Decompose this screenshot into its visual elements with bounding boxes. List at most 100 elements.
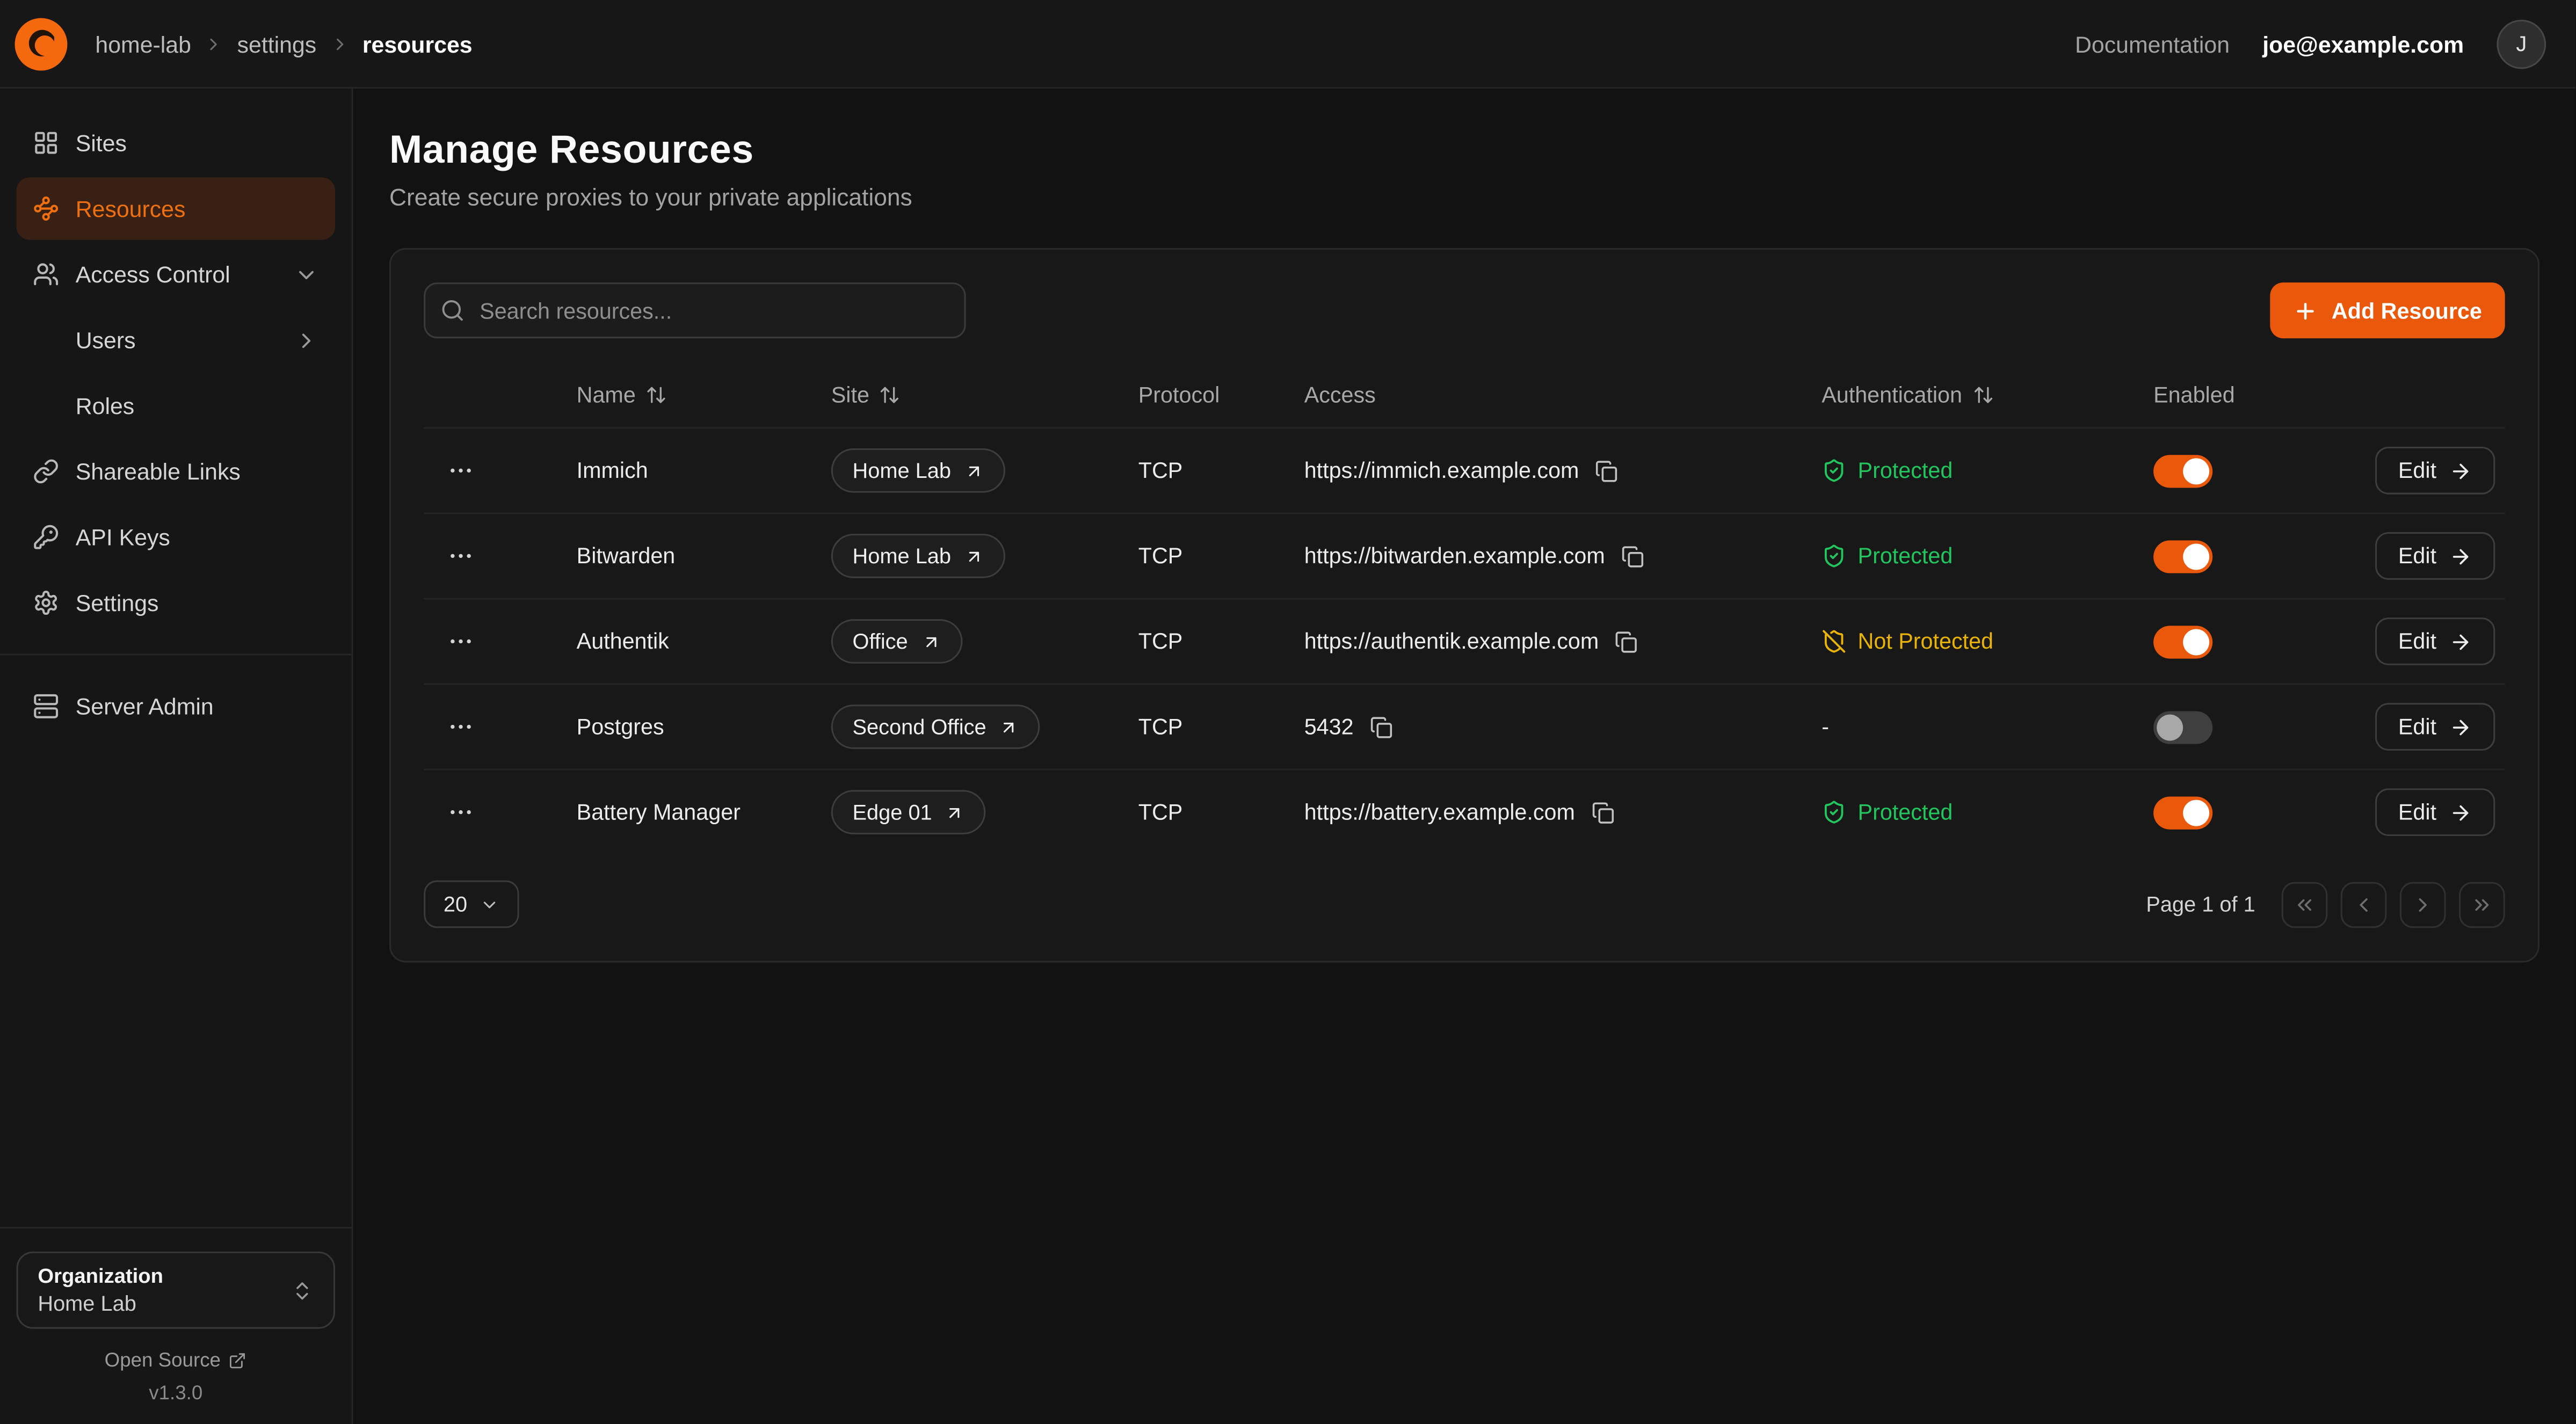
table-row: Bitwarden Home Lab TCP https://bitwarden…	[424, 512, 2505, 598]
organization-label: Organization	[38, 1265, 163, 1288]
sidebar-item-resources[interactable]: Resources	[17, 177, 335, 239]
topbar-right: Documentation joe@example.com J	[2075, 19, 2546, 68]
sort-icon	[645, 383, 667, 405]
next-page-button[interactable]	[2400, 881, 2446, 927]
app-window: home-lab settings resources Documentatio…	[0, 0, 2575, 1424]
organization-value: Home Lab	[38, 1291, 163, 1316]
chevron-right-icon	[294, 328, 319, 352]
grid-icon	[33, 130, 59, 156]
site-link[interactable]: Home Lab	[831, 448, 1005, 493]
row-menu-button[interactable]	[424, 542, 576, 570]
table-row: Battery Manager Edge 01 TCP https://batt…	[424, 769, 2505, 854]
search-input[interactable]	[424, 282, 966, 338]
enabled-toggle[interactable]	[2153, 540, 2212, 572]
site-link[interactable]: Edge 01	[831, 790, 986, 834]
chevrons-left-icon	[2293, 892, 2316, 916]
sidebar-item-label: Shareable Links	[76, 458, 241, 484]
ellipsis-icon	[447, 456, 475, 484]
resource-name: Immich	[577, 458, 831, 483]
copy-icon	[1370, 715, 1393, 738]
documentation-link[interactable]: Documentation	[2075, 31, 2230, 57]
breadcrumb-resources[interactable]: resources	[362, 31, 473, 57]
site-link[interactable]: Home Lab	[831, 534, 1005, 578]
sidebar-item-shareable-links[interactable]: Shareable Links	[17, 440, 335, 503]
edit-button[interactable]: Edit	[2375, 447, 2495, 495]
prev-page-button[interactable]	[2341, 881, 2387, 927]
sidebar-item-server-admin[interactable]: Server Admin	[17, 675, 335, 737]
copy-button[interactable]	[1370, 715, 1393, 738]
table-row: Postgres Second Office TCP 5432 - Edit	[424, 683, 2505, 768]
access-port: 5432	[1304, 715, 1354, 739]
app-logo[interactable]	[13, 16, 69, 71]
edit-button[interactable]: Edit	[2375, 532, 2495, 580]
resources-table: Name Site Protocol Access Authentication	[424, 361, 2505, 854]
arrow-up-right-icon	[921, 631, 941, 651]
arrow-right-icon	[2450, 544, 2473, 568]
sidebar-item-api-keys[interactable]: API Keys	[17, 506, 335, 568]
ellipsis-icon	[447, 713, 475, 741]
edit-button[interactable]: Edit	[2375, 703, 2495, 751]
edit-button[interactable]: Edit	[2375, 788, 2495, 836]
copy-button[interactable]	[1621, 544, 1644, 568]
sidebar-item-sites[interactable]: Sites	[17, 112, 335, 174]
last-page-button[interactable]	[2459, 881, 2505, 927]
site-link[interactable]: Second Office	[831, 704, 1041, 749]
ellipsis-icon	[447, 627, 475, 655]
copy-button[interactable]	[1591, 801, 1614, 824]
site-link[interactable]: Office	[831, 619, 962, 664]
enabled-toggle[interactable]	[2153, 796, 2212, 829]
breadcrumb-org[interactable]: home-lab	[95, 31, 191, 57]
toggle-thumb	[2183, 543, 2209, 569]
breadcrumb-settings[interactable]: settings	[237, 31, 317, 57]
column-header-name[interactable]: Name	[577, 382, 831, 406]
column-header-site[interactable]: Site	[831, 382, 1138, 406]
enabled-toggle[interactable]	[2153, 710, 2212, 743]
sidebar-nav: Sites Resources Access Control	[17, 112, 335, 737]
enabled-toggle[interactable]	[2153, 625, 2212, 658]
key-icon	[33, 524, 59, 550]
column-header-authentication[interactable]: Authentication	[1822, 382, 2153, 406]
edit-button[interactable]: Edit	[2375, 617, 2495, 665]
chevron-down-icon	[294, 262, 319, 287]
add-resource-button[interactable]: Add Resource	[2271, 282, 2505, 338]
row-menu-button[interactable]	[424, 798, 576, 826]
avatar[interactable]: J	[2497, 19, 2546, 68]
topbar: home-lab settings resources Documentatio…	[0, 0, 2575, 89]
row-menu-button[interactable]	[424, 456, 576, 484]
main-content: Manage Resources Create secure proxies t…	[353, 89, 2576, 1424]
shield-check-icon	[1822, 543, 1846, 568]
first-page-button[interactable]	[2282, 881, 2328, 927]
arrow-right-icon	[2450, 459, 2473, 482]
sidebar-item-label: API Keys	[76, 524, 170, 550]
copy-icon	[1591, 801, 1614, 824]
protocol-value: TCP	[1138, 715, 1304, 739]
shield-check-icon	[1822, 458, 1846, 483]
search-icon	[440, 298, 465, 323]
page-title: Manage Resources	[389, 128, 2539, 175]
auth-status: Protected	[1822, 800, 2153, 825]
sidebar-footer: Organization Home Lab Open Source v1.3.0	[17, 1210, 335, 1404]
sidebar-item-users[interactable]: Users	[17, 309, 335, 371]
column-header-protocol: Protocol	[1138, 382, 1304, 406]
row-menu-button[interactable]	[424, 627, 576, 655]
page-size-select[interactable]: 20	[424, 881, 520, 928]
chevron-right-icon	[330, 34, 350, 54]
avatar-initial: J	[2516, 31, 2527, 56]
access-url: https://immich.example.com	[1304, 458, 1579, 483]
sidebar-item-settings[interactable]: Settings	[17, 571, 335, 634]
open-source-link[interactable]: Open Source	[17, 1348, 335, 1371]
protocol-value: TCP	[1138, 543, 1304, 568]
sidebar-item-roles[interactable]: Roles	[17, 374, 335, 437]
access-url: https://bitwarden.example.com	[1304, 543, 1605, 568]
sidebar-item-access-control[interactable]: Access Control	[17, 243, 335, 306]
organization-selector[interactable]: Organization Home Lab	[17, 1252, 335, 1329]
copy-icon	[1595, 459, 1619, 482]
enabled-toggle[interactable]	[2153, 454, 2212, 487]
ellipsis-icon	[447, 798, 475, 826]
copy-button[interactable]	[1595, 459, 1619, 482]
copy-button[interactable]	[1615, 630, 1638, 653]
row-menu-button[interactable]	[424, 713, 576, 741]
resource-name: Battery Manager	[577, 800, 831, 825]
shield-check-icon	[1822, 800, 1846, 825]
resource-name: Postgres	[577, 715, 831, 739]
